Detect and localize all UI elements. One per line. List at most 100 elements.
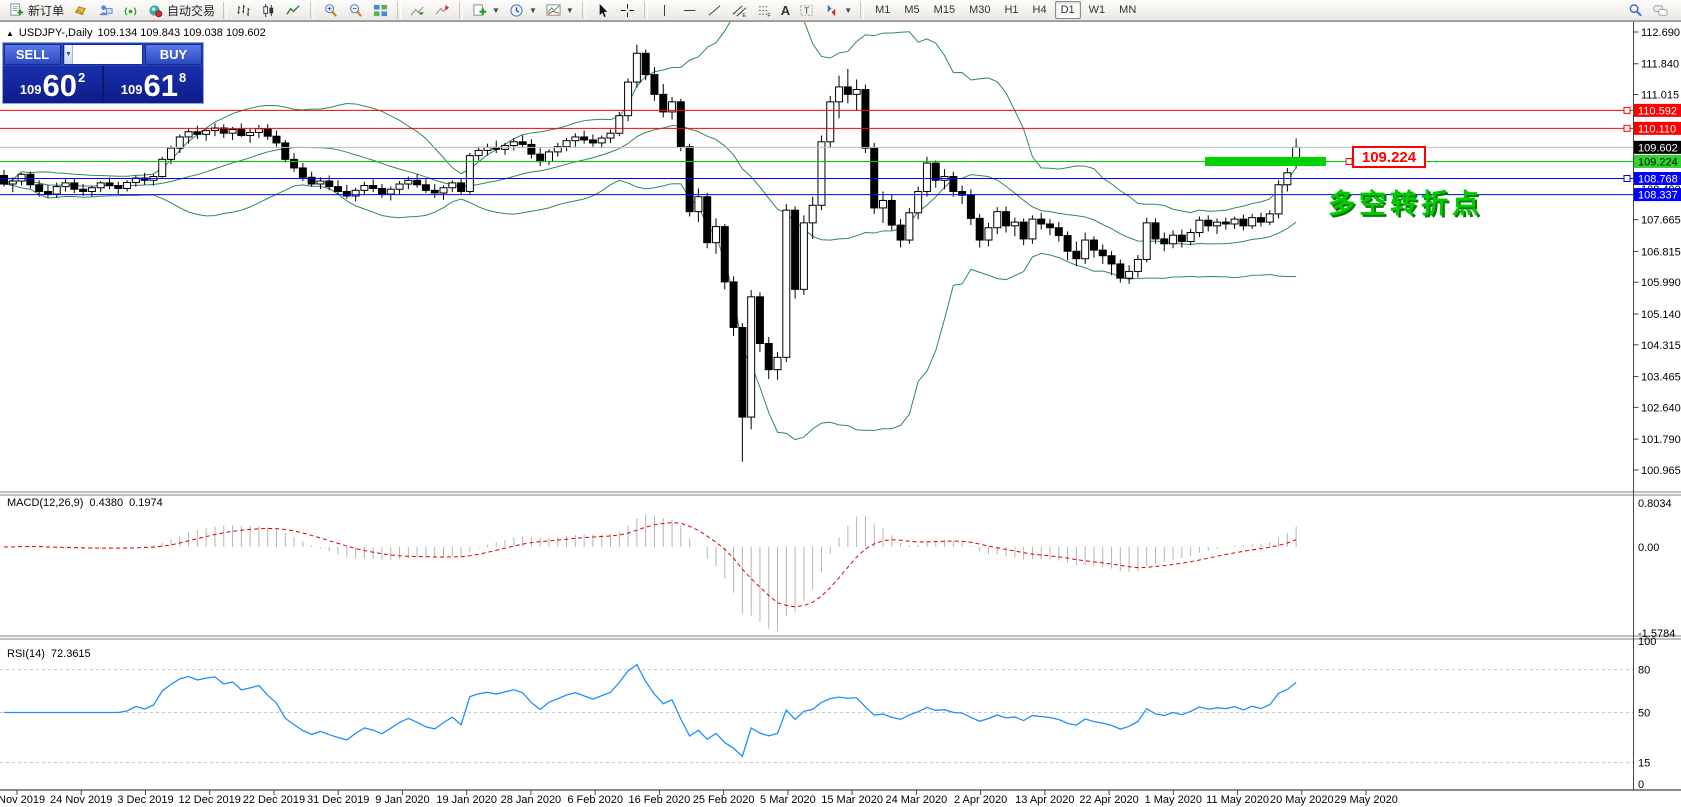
bar-chart-button[interactable]	[231, 1, 256, 20]
community-button[interactable]	[93, 1, 118, 20]
toolbar-separator	[223, 2, 227, 19]
dropdown-caret: ▼	[529, 6, 537, 15]
hline-handle[interactable]	[1624, 175, 1630, 181]
buy-price-point: 8	[179, 70, 186, 85]
date-tick-label: 16 Feb 2020	[629, 794, 691, 806]
timeframe-MN[interactable]: MN	[1113, 1, 1142, 19]
turning-point-annotation[interactable]: 多空转折点	[1328, 182, 1483, 221]
candle	[475, 150, 482, 155]
periods-dropdown[interactable]: ▼	[504, 1, 541, 20]
timeframe-H4[interactable]: H4	[1027, 1, 1053, 19]
line-chart-button[interactable]	[281, 1, 306, 20]
rsi-line	[4, 665, 1296, 757]
autotrading-label: 自动交易	[167, 2, 215, 19]
hline-handle[interactable]	[1624, 125, 1630, 131]
date-tick-label: 31 Dec 2019	[307, 794, 369, 806]
volume-input[interactable]	[73, 45, 143, 64]
cursor-tool-button[interactable]	[590, 1, 615, 20]
tile-windows-button[interactable]	[368, 1, 393, 20]
crosshair-tool-button[interactable]	[615, 1, 640, 20]
candle	[431, 190, 438, 193]
candle	[730, 282, 737, 328]
toolbar-separator	[459, 2, 463, 19]
deposit-button[interactable]	[68, 1, 93, 20]
chat-icon[interactable]	[1652, 2, 1669, 19]
date-tick-label: 22 Dec 2019	[243, 794, 305, 806]
template-dropdown[interactable]: ▼	[541, 1, 578, 20]
timeframe-D1[interactable]: D1	[1055, 1, 1081, 19]
candle	[115, 186, 122, 189]
volume-stepper: ▼ ▲	[63, 44, 143, 65]
candle	[36, 185, 43, 192]
price-tick-label: 103.465	[1641, 372, 1681, 384]
auto-scroll-button[interactable]	[405, 1, 430, 20]
candle	[484, 147, 491, 150]
sell-button[interactable]: SELL	[4, 44, 61, 65]
sell-price-figure: 109	[20, 82, 42, 97]
text-label-tool[interactable]: T	[794, 1, 819, 20]
candle	[853, 90, 860, 95]
candle	[906, 213, 913, 240]
fibonacci-icon: F	[756, 2, 773, 19]
candle	[545, 152, 552, 162]
candle	[677, 102, 684, 147]
auto-scroll-icon	[409, 2, 426, 19]
macd-panel	[4, 515, 1296, 632]
vertical-line-tool[interactable]	[652, 1, 677, 20]
timeframe-H1[interactable]: H1	[998, 1, 1024, 19]
zoom-out-button[interactable]	[343, 1, 368, 20]
new-chart-dropdown[interactable]: ▼	[467, 1, 504, 20]
timeframe-M30[interactable]: M30	[963, 1, 996, 19]
timeframe-M5[interactable]: M5	[898, 1, 925, 19]
timeframe-M15[interactable]: M15	[928, 1, 961, 19]
channel-tool[interactable]: E	[727, 1, 752, 20]
candle	[1003, 212, 1010, 226]
line-chart-icon	[285, 2, 302, 19]
timeframe-M1[interactable]: M1	[869, 1, 896, 19]
volume-decrease-button[interactable]: ▼	[64, 45, 73, 64]
new-order-button[interactable]: 新订单	[4, 1, 68, 20]
signals-button[interactable]	[118, 1, 143, 20]
candlestick-chart-button[interactable]	[256, 1, 281, 20]
candle	[229, 129, 236, 133]
clock-icon	[508, 2, 525, 19]
price-tick-label: 100.965	[1641, 465, 1681, 477]
buy-button[interactable]: BUY	[145, 44, 202, 65]
candle	[1205, 220, 1212, 226]
arrows-tool-dropdown[interactable]: ▼	[819, 1, 856, 20]
text-tool[interactable]: A	[777, 1, 794, 20]
autotrading-button[interactable]: 自动交易	[143, 1, 219, 20]
price-annotation-box[interactable]: 109.224	[1352, 146, 1426, 168]
horizontal-line-tool[interactable]	[677, 1, 702, 20]
candle	[1011, 222, 1018, 226]
candle	[1047, 224, 1054, 228]
candle	[273, 136, 280, 143]
zoom-in-button[interactable]	[318, 1, 343, 20]
collapse-panel-icon[interactable]: ▲	[6, 29, 14, 38]
candle	[633, 53, 640, 82]
timeframe-W1[interactable]: W1	[1083, 1, 1112, 19]
sell-price[interactable]: 109 60 2	[3, 66, 104, 103]
trendline-tool[interactable]	[702, 1, 727, 20]
rsi-axis-label: 50	[1638, 708, 1650, 720]
candle	[71, 183, 78, 189]
highlight-bar[interactable]	[1205, 157, 1326, 166]
new-order-icon	[8, 2, 25, 19]
candle	[660, 94, 667, 112]
fibonacci-tool[interactable]: F	[752, 1, 777, 20]
candle	[1170, 235, 1177, 244]
search-icon[interactable]	[1627, 2, 1644, 19]
chart-shift-button[interactable]	[430, 1, 455, 20]
date-tick-label: 12 Dec 2019	[179, 794, 241, 806]
macd-axis-label: 0.00	[1638, 542, 1659, 554]
hline-handle[interactable]	[1624, 107, 1630, 113]
candle	[326, 181, 333, 187]
macd-panel-label: MACD(12,26,9) 0.4380 0.1974	[7, 497, 163, 509]
candle	[1099, 250, 1106, 256]
toolbar-separator	[644, 2, 648, 19]
tile-windows-icon	[372, 2, 389, 19]
candle	[80, 189, 87, 191]
buy-price[interactable]: 109 61 8	[104, 66, 203, 103]
price-tick-label: 111.015	[1641, 90, 1679, 102]
date-tick-label: 24 Mar 2020	[885, 794, 947, 806]
